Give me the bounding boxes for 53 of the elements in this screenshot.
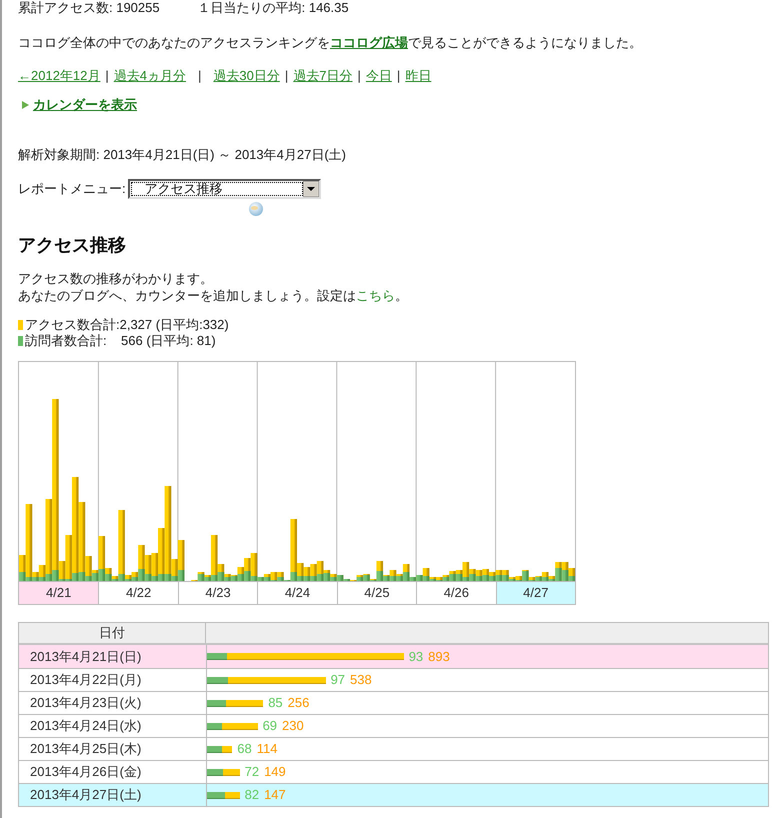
report-menu-select[interactable]: アクセス推移 [128, 179, 321, 199]
period-link[interactable]: 昨日 [405, 68, 432, 84]
daily-average: １日当たりの平均: 146.35 [198, 0, 349, 16]
access-count: 256 [288, 695, 310, 711]
visitor-count: 69 [262, 718, 278, 734]
date-cell-text: 2013年4月21日(日) [29, 648, 142, 666]
triangle-icon [22, 101, 29, 109]
visitor-count: 93 [408, 648, 424, 664]
day-label: 4/21 [19, 582, 98, 604]
visitor-count: 68 [237, 741, 252, 757]
date-cell-text: 2013年4月27日(土) [29, 786, 142, 804]
day-label: 4/23 [178, 582, 258, 604]
ranking-notice: ココログ全体の中でのあなたのアクセスランキングをココログ広場で見ることができるようになりました。 [18, 35, 643, 51]
column-header: 日付 [19, 623, 206, 643]
counter-notice: あなたのブログへ、カウンターを追加しましょう。設定はこちら。 [18, 287, 409, 304]
date-cell-text: 2013年4月25日(木) [29, 740, 142, 758]
total-access-count: 累計アクセス数: 190255 [18, 0, 160, 16]
access-count: 149 [264, 764, 286, 780]
report-menu-label: レポートメニュー: [18, 181, 126, 197]
visitor-count: 97 [330, 672, 346, 688]
separator: | [105, 68, 109, 84]
date-cell-text: 2013年4月23日(火) [29, 694, 142, 712]
legend-text: アクセス数合計:2,327 (日平均:332) [25, 317, 229, 333]
date-cell-text: 2013年4月26日(金) [29, 763, 142, 781]
period-link[interactable]: 過去30日分 [213, 68, 280, 84]
access-count: 538 [350, 672, 372, 688]
analysis-period: 解析対象期間: 2013年4月21日(日) ～ 2013年4月27日(土) [18, 147, 347, 163]
access-count: 893 [428, 648, 450, 664]
visitor-count: 85 [268, 695, 283, 711]
sphere-icon [249, 202, 263, 216]
legend-text: 訪問者数合計: 566 (日平均: 81) [25, 333, 216, 349]
access-count: 114 [256, 741, 278, 757]
settings-link[interactable]: こちら [356, 288, 395, 303]
separator: | [396, 68, 400, 84]
section-description: アクセス数の推移がわかります。 [18, 270, 214, 287]
section-title: アクセス推移 [18, 234, 127, 257]
separator: | [358, 68, 361, 84]
cocolog-plaza-link[interactable]: ココログ広場 [330, 35, 408, 50]
day-label: 4/27 [496, 582, 575, 604]
period-link[interactable]: ←2012年12月 [18, 68, 100, 84]
period-link[interactable]: 過去4ヵ月分 [114, 68, 186, 84]
separator: | [284, 68, 288, 84]
access-count: 147 [264, 787, 286, 803]
separator: | [198, 68, 202, 84]
date-cell-text: 2013年4月24日(水) [29, 717, 142, 735]
period-link[interactable]: 今日 [366, 68, 392, 84]
visitor-count: 82 [244, 787, 260, 803]
period-link[interactable]: 過去7日分 [293, 68, 352, 84]
visitor-count: 72 [244, 764, 260, 780]
caret-icon[interactable] [302, 181, 319, 197]
calendar-link[interactable]: カレンダーを表示 [33, 97, 137, 113]
date-cell-text: 2013年4月22日(月) [29, 671, 142, 689]
access-count: 230 [282, 718, 304, 734]
